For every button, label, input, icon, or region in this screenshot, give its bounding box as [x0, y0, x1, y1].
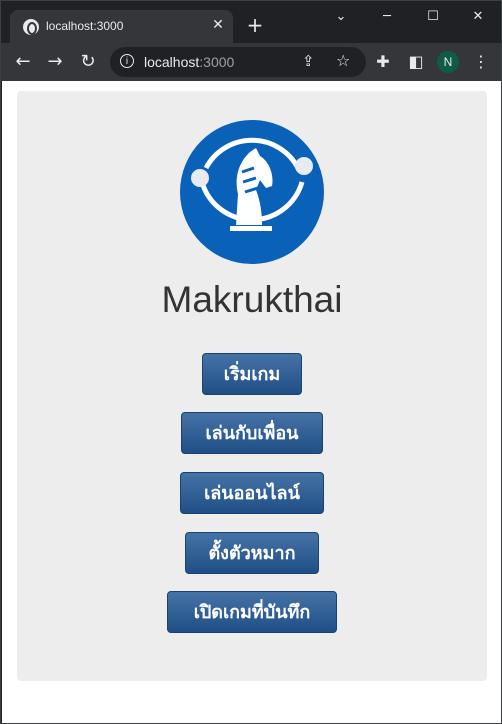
side-panel-icon[interactable]: ◧: [405, 51, 427, 73]
reload-icon[interactable]: ↻: [77, 51, 99, 73]
url-port: :3000: [199, 54, 235, 70]
address-bar[interactable]: i localhost:3000 ⇪ ☆: [110, 47, 366, 77]
url-host: localhost: [144, 54, 200, 70]
tab-strip: localhost:3000 ✕ + ⌄ ─ ☐ ✕: [1, 1, 501, 43]
browser-toolbar: ← → ↻ i localhost:3000 ⇪ ☆ ✚ ◧ N ⋮: [1, 43, 501, 81]
menu-card: Makrukthai เริ่มเกม เล่นกับเพื่อน เล่นออ…: [17, 91, 487, 681]
extensions-icon[interactable]: ✚: [372, 51, 394, 73]
menu-icon[interactable]: ⋮: [470, 51, 492, 73]
browser-tab[interactable]: localhost:3000 ✕: [10, 10, 233, 43]
new-tab-button[interactable]: +: [244, 14, 266, 36]
profile-avatar[interactable]: N: [437, 51, 459, 73]
back-arrow-icon[interactable]: ←: [12, 51, 34, 73]
maximize-button[interactable]: ☐: [410, 1, 456, 33]
forward-arrow-icon[interactable]: →: [44, 51, 66, 73]
info-icon[interactable]: i: [120, 54, 134, 68]
browser-window: localhost:3000 ✕ + ⌄ ─ ☐ ✕ ← → ↻ i local…: [0, 0, 502, 724]
setup-pieces-button[interactable]: ตั้งตัวหมาก: [185, 532, 319, 574]
tab-close-icon[interactable]: ✕: [209, 16, 227, 34]
start-game-button[interactable]: เริ่มเกม: [202, 353, 302, 395]
play-online-button[interactable]: เล่นออนไลน์: [180, 472, 324, 514]
page-viewport: Makrukthai เริ่มเกม เล่นกับเพื่อน เล่นออ…: [2, 81, 501, 723]
close-window-button[interactable]: ✕: [455, 1, 501, 33]
play-with-friend-button[interactable]: เล่นกับเพื่อน: [181, 412, 323, 454]
tab-title: localhost:3000: [46, 19, 124, 33]
minimize-button[interactable]: ─: [364, 1, 410, 33]
globe-icon: [23, 19, 39, 35]
chess-knight-logo-icon: [180, 120, 324, 264]
url-text[interactable]: localhost:3000: [144, 54, 234, 70]
app-title: Makrukthai: [161, 279, 343, 320]
tab-search-icon[interactable]: ⌄: [318, 1, 364, 33]
open-saved-game-button[interactable]: เปิดเกมที่บันทึก: [167, 591, 337, 633]
share-icon[interactable]: ⇪: [302, 52, 315, 70]
star-icon[interactable]: ☆: [336, 51, 350, 70]
